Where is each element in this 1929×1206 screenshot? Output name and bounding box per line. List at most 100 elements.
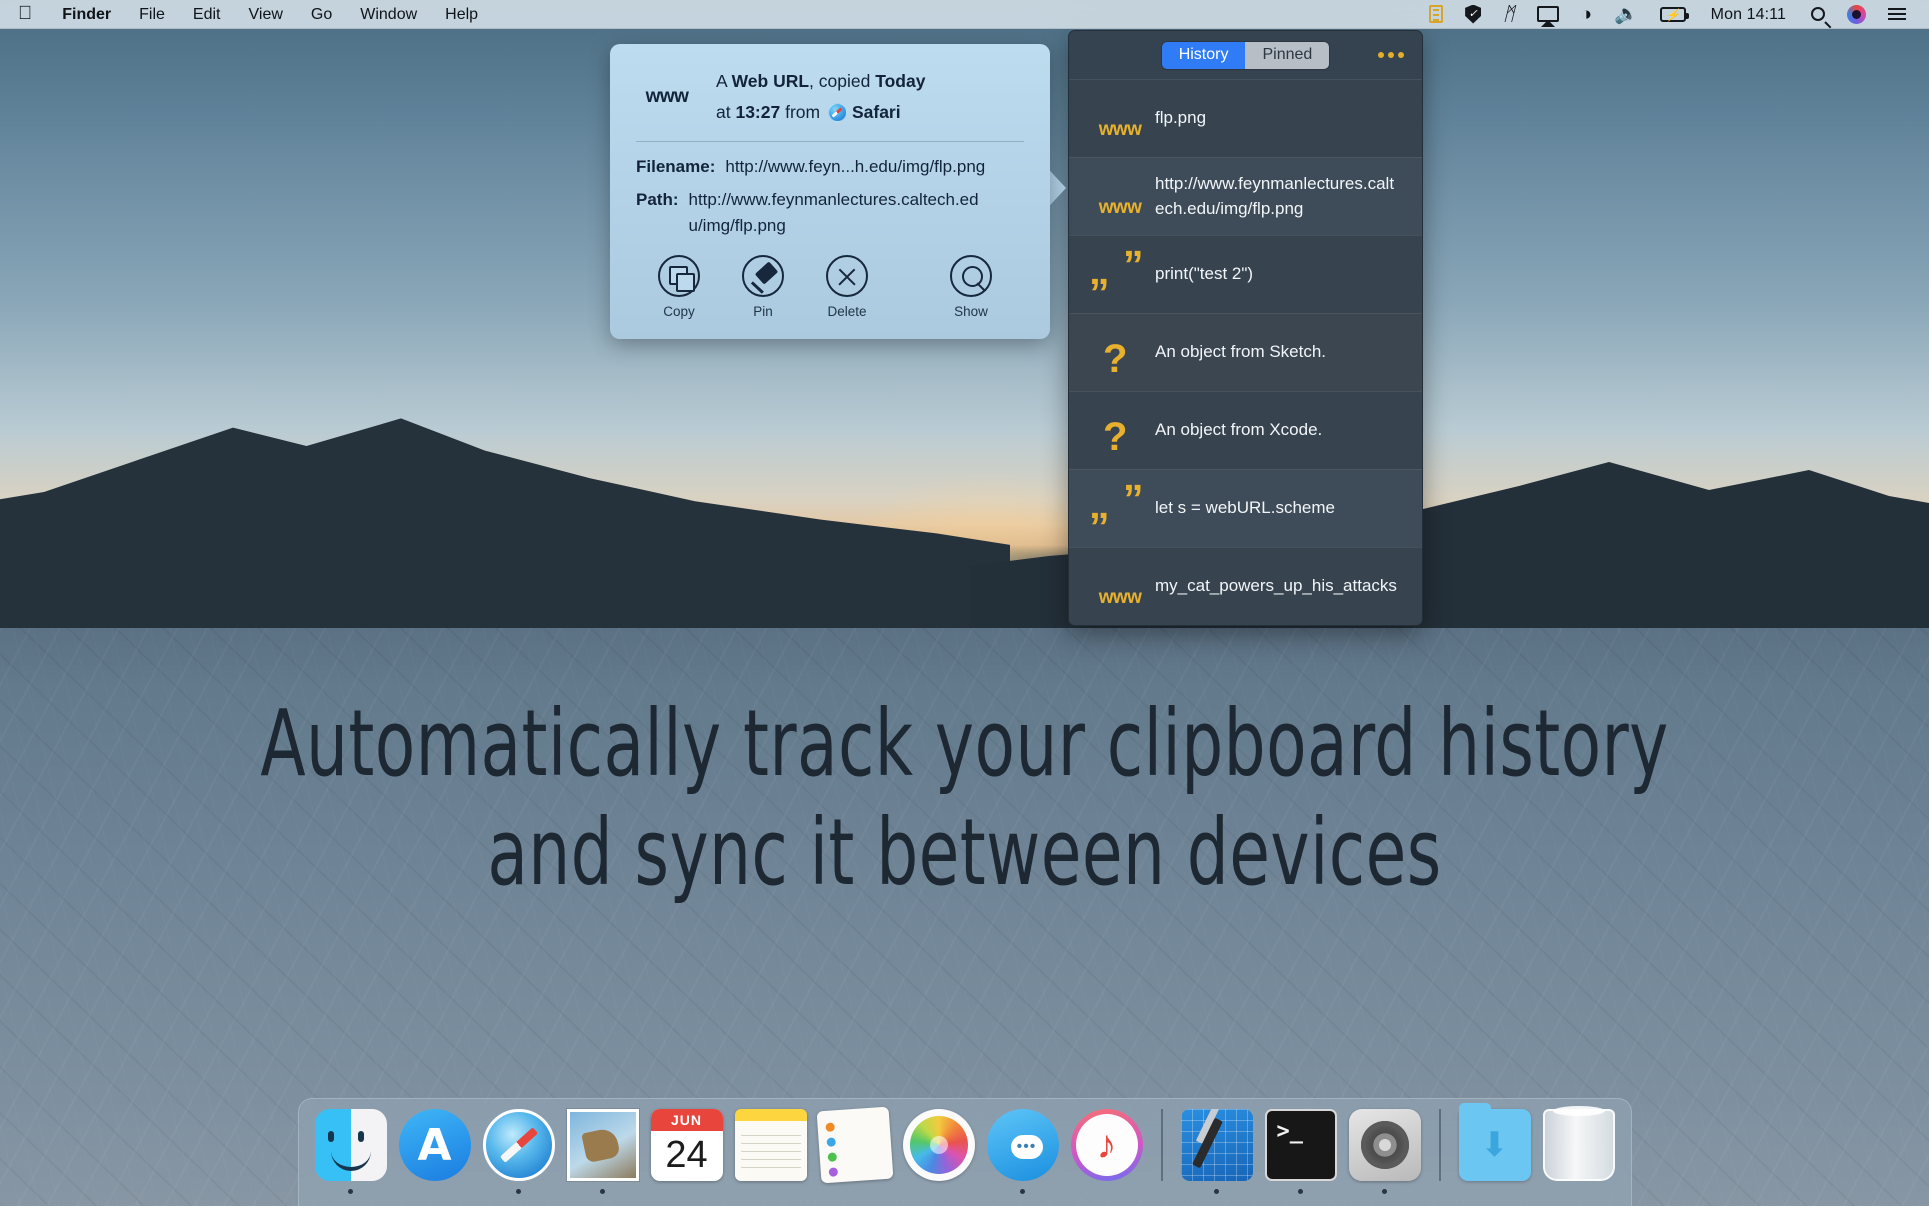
running-indicator xyxy=(1214,1189,1219,1194)
clipboard-icon[interactable] xyxy=(1418,5,1454,23)
www-type-icon: www xyxy=(1098,118,1142,140)
copy-icon xyxy=(658,255,700,298)
dock-item-app-store[interactable] xyxy=(395,1109,475,1194)
app-store-icon xyxy=(398,1109,471,1181)
summary-mid: , copied xyxy=(809,71,876,91)
dock-item-xcode[interactable] xyxy=(1177,1109,1257,1194)
apple-logo-icon[interactable]:  xyxy=(14,0,48,28)
menu-item-finder[interactable]: Finder xyxy=(48,0,125,29)
summary-source-app: Safari xyxy=(851,101,901,122)
summary-at: at xyxy=(716,101,736,122)
filename-row: Filename: http://www.feyn...h.edu/img/fl… xyxy=(636,154,1024,180)
dock-item-itunes[interactable] xyxy=(1067,1109,1147,1194)
history-list-item[interactable]: ”” let s = webURL.scheme xyxy=(1069,469,1422,550)
path-row: Path: http://www.feynmanlectures.caltech… xyxy=(636,187,1024,240)
menu-item-help[interactable]: Help xyxy=(431,0,492,29)
dock-item-calendar[interactable]: JUN 24 xyxy=(647,1109,727,1194)
summary-time: 13:27 xyxy=(735,101,781,122)
web-url-type-icon: www xyxy=(645,85,689,107)
menu-item-go[interactable]: Go xyxy=(297,0,346,29)
tab-pinned[interactable]: Pinned xyxy=(1245,41,1330,69)
calendar-month: JUN xyxy=(650,1109,723,1131)
dock-item-trash[interactable] xyxy=(1539,1106,1619,1194)
copy-label: Copy xyxy=(663,304,695,320)
popover-summary-line-2: at 13:27 from Safari xyxy=(716,97,925,128)
running-indicator xyxy=(1020,1189,1025,1194)
shield-icon[interactable] xyxy=(1454,4,1492,24)
www-type-icon: www xyxy=(1098,586,1142,608)
summary-type: Web URL xyxy=(731,71,810,91)
messages-icon xyxy=(986,1109,1059,1181)
popover-action-bar: Copy Pin Delete Show xyxy=(636,255,1024,323)
pin-button[interactable]: Pin xyxy=(726,255,800,319)
dock-separator-1 xyxy=(1160,1109,1163,1181)
menu-item-view[interactable]: View xyxy=(235,0,297,29)
dock-item-reminders[interactable] xyxy=(815,1106,895,1194)
delete-button[interactable]: Delete xyxy=(810,255,884,319)
menu-bar-clock[interactable]: Mon 14:11 xyxy=(1697,0,1800,29)
trash-icon xyxy=(1542,1106,1615,1181)
menu-item-file[interactable]: File xyxy=(125,0,179,29)
summary-from: from xyxy=(780,101,825,122)
menu-bar-left:  Finder File Edit View Go Window Help xyxy=(0,0,492,29)
show-label: Show xyxy=(954,304,988,320)
battery-charging-icon[interactable] xyxy=(1649,6,1697,22)
control-center-icon[interactable] xyxy=(1877,7,1917,21)
dock-separator-2 xyxy=(1438,1109,1441,1181)
history-list-item[interactable]: www flp.png xyxy=(1069,79,1422,157)
clipboard-item-detail-popover: www A Web URL, copied Today at 13:27 fro… xyxy=(610,44,1050,340)
terminal-icon xyxy=(1264,1109,1337,1181)
dock-item-messages[interactable] xyxy=(983,1109,1063,1194)
calendar-icon: JUN 24 xyxy=(650,1109,723,1181)
history-item-text: my_cat_powers_up_his_attacks xyxy=(1155,576,1397,596)
finder-icon xyxy=(314,1109,387,1181)
popover-summary-line-1: A Web URL, copied Today xyxy=(716,66,925,97)
running-indicator xyxy=(516,1189,521,1194)
more-options-icon[interactable] xyxy=(1378,52,1404,58)
dock-item-photos[interactable] xyxy=(899,1109,979,1194)
menu-item-edit[interactable]: Edit xyxy=(179,0,235,29)
filename-value: http://www.feyn...h.edu/img/flp.png xyxy=(725,157,986,177)
filename-label: Filename: xyxy=(636,157,716,177)
show-button[interactable]: Show xyxy=(934,255,1008,319)
dock-item-downloads[interactable] xyxy=(1455,1103,1535,1194)
history-list-item[interactable]: ”” print("test 2") xyxy=(1069,235,1422,316)
text-quote-type-icon: ”” xyxy=(1089,475,1144,550)
dock-item-terminal[interactable] xyxy=(1261,1109,1341,1194)
dock-item-notes[interactable] xyxy=(731,1109,811,1194)
dock-item-mail[interactable] xyxy=(563,1109,643,1194)
pin-label: Pin xyxy=(753,304,773,320)
bluetooth-icon[interactable]: ᛗ xyxy=(1492,5,1525,24)
history-list-item[interactable]: www http://www.feynmanlectures.caltech.ed… xyxy=(1069,157,1422,236)
photos-icon xyxy=(902,1109,975,1181)
unknown-type-icon: ? xyxy=(1103,414,1128,459)
history-list-item[interactable]: www my_cat_powers_up_his_attacks xyxy=(1069,547,1422,626)
history-list-item[interactable]: ? An object from Xcode. xyxy=(1069,391,1422,470)
history-list-item[interactable]: ? An object from Sketch. xyxy=(1069,313,1422,392)
search-icon[interactable] xyxy=(1800,7,1836,21)
history-item-text: http://www.feynmanlectures.caltech.edu/i… xyxy=(1155,174,1395,218)
siri-icon[interactable] xyxy=(1836,4,1877,24)
path-value: http://www.feynmanlectures.caltech.edu/i… xyxy=(688,189,979,235)
menu-item-window[interactable]: Window xyxy=(346,0,431,29)
dock-item-finder[interactable] xyxy=(311,1109,391,1194)
summary-prefix: A xyxy=(716,71,732,91)
running-indicator xyxy=(1298,1189,1303,1194)
calendar-day: 24 xyxy=(665,1134,708,1176)
wifi-icon[interactable]: ◑ xyxy=(1570,5,1603,24)
dock-item-safari[interactable] xyxy=(479,1109,559,1194)
dock-item-system-preferences[interactable] xyxy=(1345,1109,1425,1194)
downloads-folder-icon xyxy=(1458,1103,1531,1181)
itunes-icon xyxy=(1070,1109,1143,1181)
history-item-text: An object from Xcode. xyxy=(1155,420,1323,440)
text-quote-type-icon: ”” xyxy=(1089,241,1144,316)
panel-header: History Pinned xyxy=(1069,31,1422,79)
path-label: Path: xyxy=(636,189,679,209)
summary-day: Today xyxy=(875,71,926,91)
volume-icon[interactable]: 🔈 xyxy=(1603,5,1649,24)
history-list: www flp.png www http://www.feynmanlectures.… xyxy=(1069,79,1422,626)
airplay-icon[interactable] xyxy=(1526,6,1570,27)
tab-history[interactable]: History xyxy=(1161,41,1246,69)
running-indicator xyxy=(600,1189,605,1194)
copy-button[interactable]: Copy xyxy=(642,255,716,319)
